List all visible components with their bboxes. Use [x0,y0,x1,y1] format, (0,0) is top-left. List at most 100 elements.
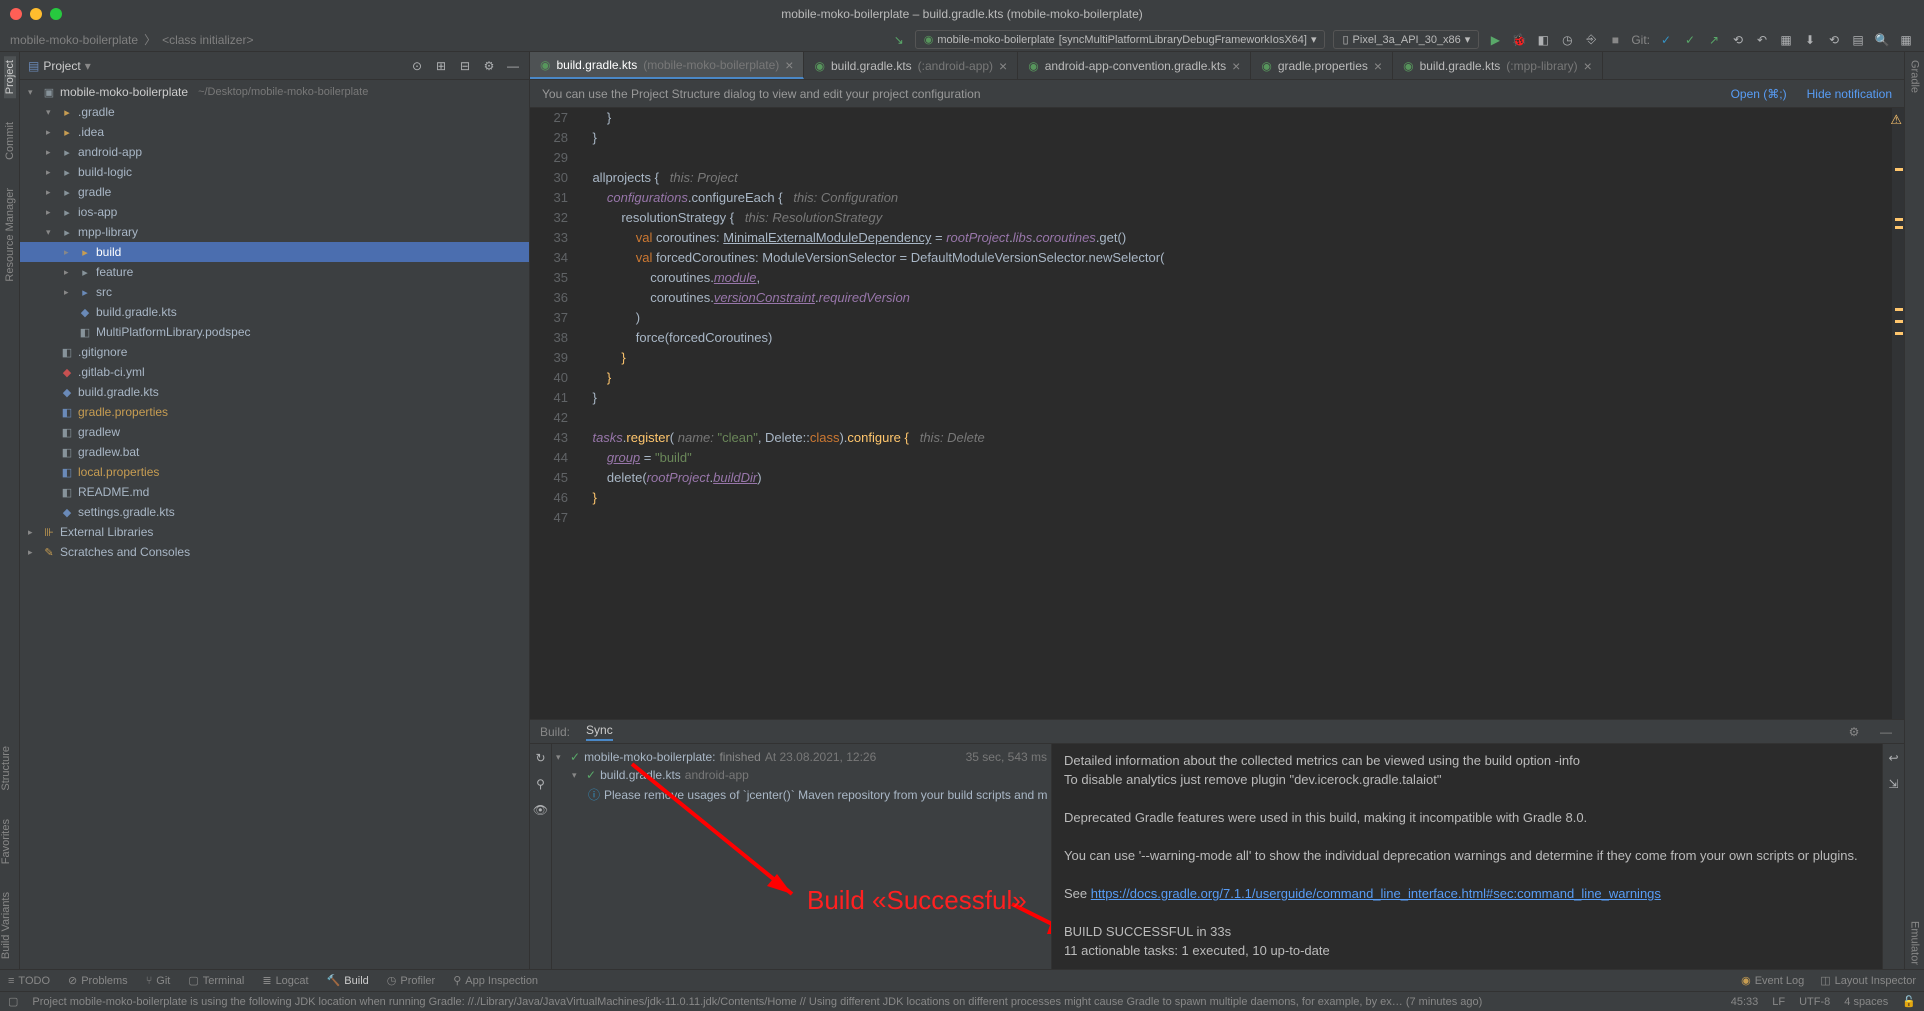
run-config-selector[interactable]: ◉ mobile-moko-boilerplate [syncMultiPlat… [915,30,1326,49]
layout-inspector-tab[interactable]: ◫Layout Inspector [1820,974,1916,987]
build-output[interactable]: Detailed information about the collected… [1052,744,1882,969]
commit-tool-tab[interactable]: Commit [4,118,16,164]
tree-item[interactable]: ◆ .gitlab-ci.yml [20,362,529,382]
build-icon[interactable]: ↘ [891,32,907,48]
scroll-icon[interactable]: ⇲ [1886,776,1902,792]
open-structure-link[interactable]: Open (⌘;) [1731,87,1787,101]
build-warning[interactable]: ⓘ Please remove usages of `jcenter()` Ma… [556,784,1047,805]
build-root[interactable]: ▾ ✓ mobile-moko-boilerplate: finished At… [556,748,1047,766]
logcat-tab[interactable]: ≣Logcat [262,974,308,987]
tree-arrow[interactable]: ▸ [46,207,56,218]
editor-tab[interactable]: ◉ build.gradle.kts (:android-app) × [804,52,1018,79]
settings-icon[interactable]: ⚙ [1846,724,1862,740]
build-variants-tool-tab[interactable]: Build Variants [0,888,20,963]
maximize-window-button[interactable] [50,8,62,20]
tree-item[interactable]: ▸ ▸ android-app [20,142,529,162]
warning-marker[interactable] [1895,320,1903,323]
tree-item[interactable]: ▸ ▸ gradle [20,182,529,202]
tree-item[interactable]: ◧ gradlew.bat [20,442,529,462]
soft-wrap-icon[interactable]: ↩ [1886,750,1902,766]
tree-item[interactable]: ▸ ▸ build [20,242,529,262]
dropdown-icon[interactable]: ▾ [85,59,91,73]
tree-item[interactable]: ◆ build.gradle.kts [20,382,529,402]
hide-icon[interactable]: — [505,58,521,74]
editor-tab[interactable]: ◉ android-app-convention.gradle.kts × [1018,52,1251,79]
search-icon[interactable]: 🔍 [1874,32,1890,48]
settings-icon[interactable]: ▦ [1898,32,1914,48]
event-log-tab[interactable]: ◉Event Log [1741,974,1804,987]
tree-item[interactable]: ◧ .gitignore [20,342,529,362]
expand-all-icon[interactable]: ⊞ [433,58,449,74]
close-tab-icon[interactable]: × [1374,58,1382,74]
tree-arrow[interactable]: ▸ [28,527,38,538]
tree-item[interactable]: ◧ local.properties [20,462,529,482]
tree-arrow[interactable]: ▸ [64,247,74,258]
indent[interactable]: 4 spaces [1844,996,1888,1008]
encoding[interactable]: UTF-8 [1799,996,1830,1008]
gradle-tool-tab[interactable]: Gradle [1909,56,1921,97]
breadcrumb-item[interactable]: <class initializer> [162,33,253,47]
favorites-tool-tab[interactable]: Favorites [0,815,20,868]
warning-marker[interactable] [1895,168,1903,171]
sdk-icon[interactable]: ⬇ [1802,32,1818,48]
warning-icon[interactable]: ⚠ [1890,110,1902,130]
line-sep[interactable]: LF [1772,996,1785,1008]
avd-icon[interactable]: ▦ [1778,32,1794,48]
profile-icon[interactable]: ◷ [1559,32,1575,48]
vcs-history-icon[interactable]: ⟲ [1730,32,1746,48]
vcs-rollback-icon[interactable]: ↶ [1754,32,1770,48]
code-content[interactable]: } } allprojects { this: Project configur… [578,108,1892,719]
warning-marker[interactable] [1895,332,1903,335]
coverage-icon[interactable]: ◧ [1535,32,1551,48]
tree-item[interactable]: ▾ ▸ mpp-library [20,222,529,242]
tree-arrow[interactable]: ▸ [64,267,74,278]
tree-arrow[interactable]: ▾ [28,87,38,98]
code-editor[interactable]: 2728293031323334353637383940414243444546… [530,108,1904,719]
tree-arrow[interactable]: ▸ [46,127,56,138]
vcs-update-icon[interactable]: ✓ [1658,32,1674,48]
tree-item[interactable]: ▸ ▸ .idea [20,122,529,142]
project-tree[interactable]: ▾ ▣ mobile-moko-boilerplate ~/Desktop/mo… [20,80,529,969]
tree-item[interactable]: ▸ ▸ ios-app [20,202,529,222]
structure-icon[interactable]: ▤ [1850,32,1866,48]
status-message[interactable]: Project mobile-moko-boilerplate is using… [32,996,1716,1008]
eye-icon[interactable]: 👁 [533,802,549,818]
tree-arrow[interactable]: ▸ [28,547,38,558]
filter-icon[interactable]: ⚲ [533,776,549,792]
panel-title[interactable]: Project [43,59,80,73]
settings-icon[interactable]: ⚙ [481,58,497,74]
project-tool-tab[interactable]: Project [4,56,16,98]
structure-tool-tab[interactable]: Structure [0,742,20,795]
tree-root[interactable]: ▾ ▣ mobile-moko-boilerplate ~/Desktop/mo… [20,82,529,102]
attach-icon[interactable]: ⎆ [1583,32,1599,48]
tree-item[interactable]: ▸ ▸ feature [20,262,529,282]
tree-arrow[interactable]: ▸ [46,147,56,158]
line-col[interactable]: 45:33 [1731,996,1759,1008]
tree-item[interactable]: ▸ ▸ src [20,282,529,302]
device-selector[interactable]: ▯ Pixel_3a_API_30_x86 ▾ [1333,30,1479,49]
tree-item[interactable]: ◧ gradle.properties [20,402,529,422]
terminal-tab[interactable]: ▢Terminal [188,974,244,987]
tree-item[interactable]: ◆ build.gradle.kts [20,302,529,322]
editor-tab[interactable]: ◉ build.gradle.kts (mobile-moko-boilerpl… [530,52,804,79]
build-child[interactable]: ▾ ✓ build.gradle.kts android-app [556,766,1047,784]
marker-bar[interactable]: ⚠ [1892,108,1904,719]
tree-arrow[interactable]: ▸ [64,287,74,298]
vcs-commit-icon[interactable]: ✓ [1682,32,1698,48]
tree-item[interactable]: ◆ settings.gradle.kts [20,502,529,522]
profiler-tab[interactable]: ◷Profiler [387,974,435,987]
tree-item[interactable]: ◧ gradlew [20,422,529,442]
tree-arrow[interactable]: ▸ [46,187,56,198]
build-tree[interactable]: ▾ ✓ mobile-moko-boilerplate: finished At… [552,744,1052,969]
warning-marker[interactable] [1895,218,1903,221]
tree-arrow[interactable]: ▸ [46,167,56,178]
editor-tab[interactable]: ◉ gradle.properties × [1251,52,1393,79]
app-inspection-tab[interactable]: ⚲App Inspection [453,974,538,987]
tree-item[interactable]: ▸ ▸ build-logic [20,162,529,182]
select-opened-icon[interactable]: ⊙ [409,58,425,74]
minimize-window-button[interactable] [30,8,42,20]
close-tab-icon[interactable]: × [999,58,1007,74]
stop-icon[interactable]: ■ [1607,32,1623,48]
vcs-push-icon[interactable]: ↗ [1706,32,1722,48]
collapse-all-icon[interactable]: ⊟ [457,58,473,74]
